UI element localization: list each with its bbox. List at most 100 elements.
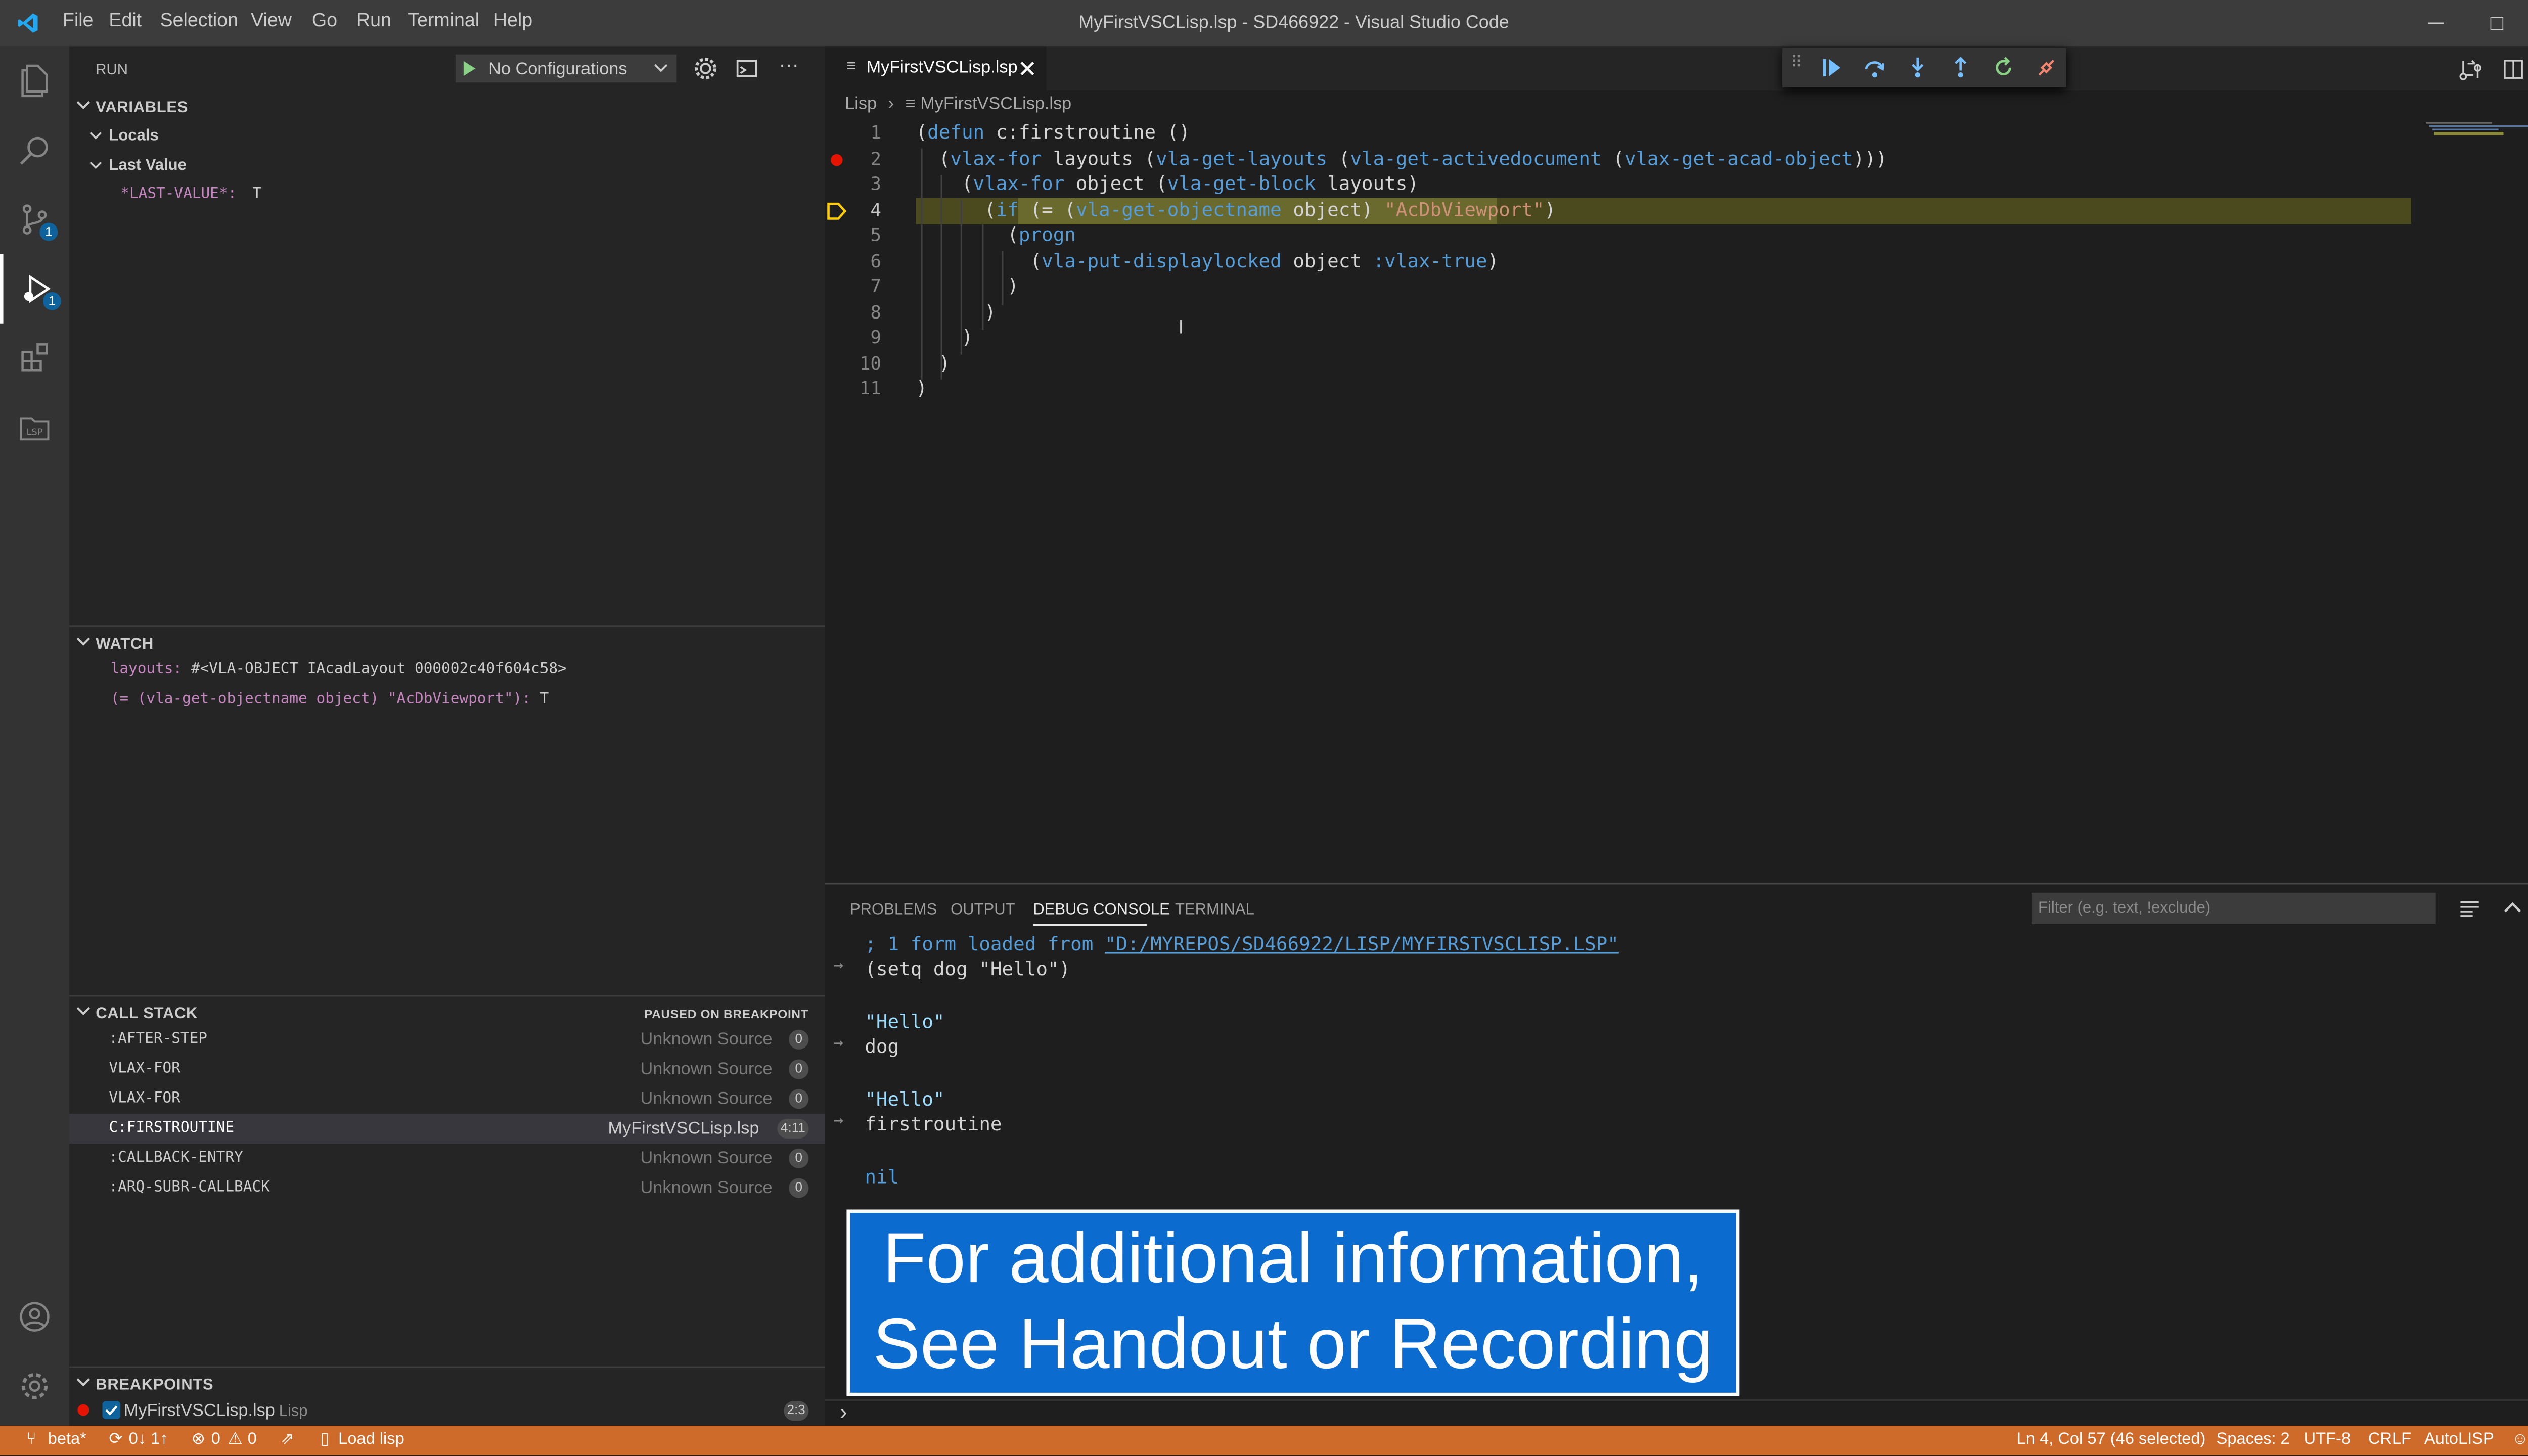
settings-button[interactable] [0, 1351, 69, 1421]
debug-toolbar: ⠿ [1782, 48, 2066, 87]
cursor-position[interactable]: Ln 4, Col 57 (46 selected) [2017, 1431, 2206, 1449]
stack-frame[interactable]: VLAX-FOR Unknown Source 0 [69, 1055, 825, 1084]
breakpoint-checkbox[interactable] [102, 1401, 121, 1420]
breadcrumb-folder[interactable]: Lisp [845, 94, 877, 114]
watch-section-header[interactable]: WATCH [69, 627, 825, 660]
watch-expression[interactable]: (= (vla-get-objectname object) "AcDbView… [111, 692, 549, 708]
step-into-icon[interactable] [1906, 56, 1929, 79]
stack-frame[interactable]: :CALLBACK-ENTRY Unknown Source 0 [69, 1144, 825, 1173]
code-line: (vlax-for layouts (vla-get-layouts (vla-… [916, 146, 1887, 169]
watch-label: WATCH [96, 635, 154, 654]
breakpoints-section-header[interactable]: BREAKPOINTS [69, 1368, 825, 1401]
input-arrow-icon: → [833, 1112, 844, 1130]
tab-output[interactable]: OUTPUT [951, 901, 1015, 919]
end-of-line[interactable]: CRLF [2368, 1431, 2411, 1449]
chevron-up-icon[interactable] [2503, 899, 2521, 918]
lisp-explorer-button[interactable]: LSP [0, 393, 69, 462]
encoding[interactable]: UTF-8 [2304, 1431, 2351, 1449]
sync-status[interactable]: 0↓ 1↑ [129, 1431, 168, 1449]
step-over-icon[interactable] [1863, 56, 1886, 79]
console-link[interactable]: "D:/MYREPOS/SD466922/LISP/MYFIRSTVSCLISP… [1105, 932, 1619, 956]
split-editor-icon[interactable] [2502, 58, 2525, 81]
disconnect-icon[interactable] [2035, 56, 2058, 79]
debug-status-icon[interactable]: ⇗ [281, 1431, 294, 1449]
error-count[interactable]: 0 [211, 1431, 220, 1449]
stack-frame[interactable]: VLAX-FOR Unknown Source 0 [69, 1084, 825, 1114]
minimize-button[interactable]: ─ [2419, 7, 2452, 39]
maximize-button[interactable]: □ [2480, 7, 2513, 39]
stack-frame[interactable]: :AFTER-STEP Unknown Source 0 [69, 1025, 825, 1055]
mouse-cursor-icon: I [1178, 315, 1184, 339]
configuration-dropdown[interactable]: No Configurations [455, 54, 677, 83]
start-debugging-icon[interactable] [462, 61, 477, 76]
continue-icon[interactable] [1820, 56, 1843, 79]
tab-problems[interactable]: PROBLEMS [850, 901, 937, 919]
explorer-button[interactable] [0, 46, 69, 115]
file-lines-icon: ≡ [846, 58, 856, 76]
console-line: ; 1 form loaded from "D:/MYREPOS/SD46692… [865, 932, 1619, 956]
minimap[interactable] [2423, 119, 2528, 145]
warning-count[interactable]: 0 [248, 1431, 257, 1449]
debug-badge: 1 [42, 292, 61, 310]
open-launch-json-icon[interactable] [693, 56, 718, 81]
feedback-icon[interactable]: ☺ [2512, 1431, 2528, 1449]
line-number: 4 [870, 199, 881, 220]
configuration-label: No Configurations [488, 59, 627, 79]
variable-value: T [252, 186, 262, 203]
chevron-down-icon[interactable] [89, 158, 102, 171]
code-line: (vla-put-displaylocked object :vlax-true… [916, 248, 1499, 271]
source-control-button[interactable]: 1 [0, 185, 69, 254]
editor-tab-active[interactable]: ≡ MyFirstVSCLisp.lsp [825, 46, 1047, 91]
load-lisp-button[interactable]: Load lisp [338, 1431, 404, 1449]
drag-handle-icon[interactable]: ⠿ [1790, 55, 1802, 73]
debug-sidebar: RUN No Configurations ··· VARIABLES Loca… [69, 46, 825, 1426]
tab-debug-console[interactable]: DEBUG CONSOLE [1033, 901, 1170, 919]
code-line: (if (= (vla-get-objectname object) "AcDb… [916, 197, 1556, 220]
code-line: ) [916, 299, 996, 323]
console-input-field[interactable] [865, 1401, 2528, 1426]
stack-frame-selected[interactable]: C:FIRSTROUTINE MyFirstVSCLisp.lsp 4:11 [69, 1114, 825, 1144]
search-button[interactable] [0, 115, 69, 185]
tab-terminal[interactable]: TERMINAL [1175, 901, 1254, 919]
file-lines-icon: ≡ [905, 94, 916, 114]
variables-section-header[interactable]: VARIABLES [69, 91, 825, 124]
locals-scope[interactable]: Locals [109, 127, 158, 145]
console-input: (setq dog "Hello") [865, 957, 1071, 980]
breakpoint-item[interactable]: MyFirstVSCLisp.lsp Lisp 2:3 [69, 1398, 825, 1426]
filter-input[interactable]: Filter (e.g. text, !exclude) [2031, 892, 2436, 924]
chevron-down-icon[interactable] [89, 129, 102, 142]
frame-line: 0 [789, 1059, 809, 1079]
line-number: 6 [870, 250, 881, 271]
watch-value: T [539, 691, 549, 708]
frame-source: Unknown Source [640, 1148, 773, 1168]
clear-console-icon[interactable] [2459, 898, 2480, 919]
breakpoint-line: 2:3 [783, 1401, 809, 1421]
accounts-button[interactable] [0, 1282, 69, 1351]
close-icon[interactable] [1020, 61, 1034, 76]
code-editor[interactable]: (defun c:firstroutine () (vlax-for layou… [916, 120, 2434, 418]
breadcrumb-file[interactable]: MyFirstVSCLisp.lsp [920, 94, 1071, 114]
run-debug-button[interactable]: 1 [0, 254, 69, 324]
error-icon: ⊗ [191, 1430, 206, 1449]
console-result: "Hello" [865, 1087, 945, 1111]
restart-icon[interactable] [1992, 56, 2015, 79]
stack-frame[interactable]: :ARQ-SUBR-CALLBACK Unknown Source 0 [69, 1173, 825, 1203]
last-value-scope[interactable]: Last Value [109, 157, 186, 175]
tab-label: MyFirstVSCLisp.lsp [866, 58, 1018, 78]
gear-icon [21, 1373, 48, 1399]
variable-name[interactable]: *LAST-VALUE*: [120, 187, 237, 203]
step-out-icon[interactable] [1949, 56, 1972, 79]
language-mode[interactable]: AutoLISP [2424, 1431, 2494, 1449]
debug-console-icon[interactable] [734, 56, 759, 81]
extensions-button[interactable] [0, 324, 69, 393]
input-arrow-icon: → [833, 957, 844, 976]
more-actions-button[interactable]: ··· [779, 53, 799, 76]
breadcrumb: Lisp › ≡ MyFirstVSCLisp.lsp [845, 94, 1071, 117]
activity-bar: 1 1 LSP [0, 46, 70, 1426]
open-changes-icon[interactable] [2459, 58, 2482, 81]
indentation[interactable]: Spaces: 2 [2217, 1431, 2290, 1449]
console-input: dog [865, 1034, 899, 1058]
watch-expression[interactable]: layouts: #<VLA-OBJECT IAcadLayout 000002… [111, 662, 567, 678]
code-line: (vlax-for object (vla-get-block layouts) [916, 171, 1419, 195]
branch-name[interactable]: beta* [48, 1431, 86, 1449]
